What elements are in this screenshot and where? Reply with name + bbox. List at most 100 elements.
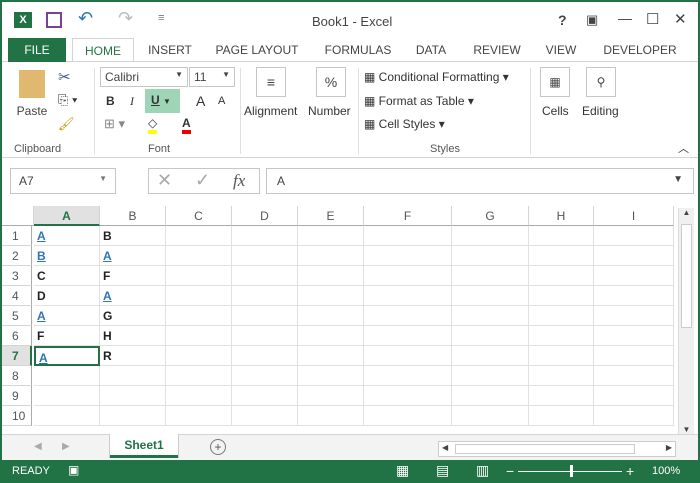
cell-C3[interactable]: [166, 266, 232, 286]
cell-I4[interactable]: [594, 286, 674, 306]
cell-I2[interactable]: [594, 246, 674, 266]
ribbon-display-button[interactable]: ▣: [586, 12, 598, 28]
cell-G1[interactable]: [452, 226, 529, 246]
cell-C1[interactable]: [166, 226, 232, 246]
horizontal-scrollbar[interactable]: ◀ ▶: [438, 441, 676, 457]
hscroll-thumb[interactable]: [455, 444, 635, 454]
redo-icon[interactable]: ↷: [118, 8, 133, 29]
cell-C6[interactable]: [166, 326, 232, 346]
row-header-6[interactable]: 6: [2, 326, 32, 346]
cell-I9[interactable]: [594, 386, 674, 406]
cell-B5[interactable]: G: [100, 306, 166, 326]
cell-I5[interactable]: [594, 306, 674, 326]
cell-B8[interactable]: [100, 366, 166, 386]
cell-I1[interactable]: [594, 226, 674, 246]
row-header-5[interactable]: 5: [2, 306, 32, 326]
column-header-D[interactable]: D: [232, 206, 298, 226]
cell-H8[interactable]: [529, 366, 594, 386]
alignment-button[interactable]: Alignment: [244, 104, 297, 118]
cell-H9[interactable]: [529, 386, 594, 406]
cell-F8[interactable]: [364, 366, 452, 386]
cell-B3[interactable]: F: [100, 266, 166, 286]
cell-B4[interactable]: A: [100, 286, 166, 306]
row-header-1[interactable]: 1: [2, 226, 32, 246]
zoom-slider[interactable]: [518, 465, 622, 477]
cell-styles-button[interactable]: ▦ Cell Styles ▾: [364, 117, 445, 131]
cell-D5[interactable]: [232, 306, 298, 326]
cell-D3[interactable]: [232, 266, 298, 286]
cell-E2[interactable]: [298, 246, 364, 266]
number-button[interactable]: Number: [308, 104, 351, 118]
tab-formulas[interactable]: FORMULAS: [316, 38, 400, 62]
cell-G6[interactable]: [452, 326, 529, 346]
spreadsheet-grid[interactable]: A B C D E F G H I 1 A B 2 B A 3 C F 4 D A 5 A G 6 F H 7 A R 8 9 10: [2, 206, 674, 434]
normal-view-icon[interactable]: ▦: [396, 462, 409, 479]
row-header-2[interactable]: 2: [2, 246, 32, 266]
copy-icon[interactable]: ⎘ ▾: [58, 92, 77, 108]
enter-icon[interactable]: ✓: [195, 170, 210, 191]
cell-E10[interactable]: [298, 406, 364, 426]
underline-button[interactable]: U ▼: [145, 89, 180, 113]
cell-F3[interactable]: [364, 266, 452, 286]
zoom-out-button[interactable]: −: [506, 463, 514, 479]
cell-G8[interactable]: [452, 366, 529, 386]
tab-file[interactable]: FILE: [8, 38, 66, 62]
font-size-dropdown[interactable]: 11 ▼: [189, 67, 235, 87]
format-painter-icon[interactable]: 🖌: [58, 116, 75, 132]
new-sheet-button[interactable]: +: [210, 439, 226, 455]
cell-I7[interactable]: [594, 346, 674, 366]
cell-F6[interactable]: [364, 326, 452, 346]
paste-button[interactable]: Paste: [14, 68, 50, 130]
column-header-C[interactable]: C: [166, 206, 232, 226]
cut-icon[interactable]: ✂: [58, 68, 71, 86]
cell-B9[interactable]: [100, 386, 166, 406]
tab-data[interactable]: DATA: [408, 38, 454, 62]
cell-F10[interactable]: [364, 406, 452, 426]
conditional-formatting-button[interactable]: ▦ Conditional Formatting ▾: [364, 70, 509, 84]
font-name-dropdown[interactable]: Calibri ▼: [100, 67, 188, 87]
row-header-7[interactable]: 7: [2, 346, 32, 366]
cell-D1[interactable]: [232, 226, 298, 246]
cell-D7[interactable]: [232, 346, 298, 366]
zoom-level[interactable]: 100%: [652, 465, 680, 477]
italic-button[interactable]: I: [130, 94, 134, 109]
prev-sheet-icon[interactable]: ◀: [34, 441, 42, 452]
tab-page-layout[interactable]: PAGE LAYOUT: [208, 38, 306, 62]
cell-G7[interactable]: [452, 346, 529, 366]
tab-view[interactable]: VIEW: [538, 38, 584, 62]
cell-E6[interactable]: [298, 326, 364, 346]
grow-font-button[interactable]: A: [196, 93, 205, 109]
cell-A4[interactable]: D: [34, 286, 100, 306]
column-header-B[interactable]: B: [100, 206, 166, 226]
column-header-A[interactable]: A: [34, 206, 100, 226]
row-header-10[interactable]: 10: [2, 406, 32, 426]
row-header-4[interactable]: 4: [2, 286, 32, 306]
page-layout-view-icon[interactable]: ▤: [436, 462, 449, 479]
cell-H3[interactable]: [529, 266, 594, 286]
borders-icon[interactable]: ⊞ ▾: [104, 116, 125, 132]
cell-C10[interactable]: [166, 406, 232, 426]
cell-E9[interactable]: [298, 386, 364, 406]
cell-A1[interactable]: A: [34, 226, 100, 246]
cell-E8[interactable]: [298, 366, 364, 386]
tab-review[interactable]: REVIEW: [466, 38, 528, 62]
cell-G4[interactable]: [452, 286, 529, 306]
cell-H7[interactable]: [529, 346, 594, 366]
close-button[interactable]: ✕: [674, 10, 687, 28]
fill-color-icon[interactable]: ◇: [148, 116, 158, 134]
customize-qat-icon[interactable]: ≡: [158, 12, 164, 24]
cell-A9[interactable]: [34, 386, 100, 406]
cell-H6[interactable]: [529, 326, 594, 346]
cell-B7[interactable]: R: [100, 346, 166, 366]
cell-F2[interactable]: [364, 246, 452, 266]
row-header-3[interactable]: 3: [2, 266, 32, 286]
cell-B1[interactable]: B: [100, 226, 166, 246]
format-as-table-button[interactable]: ▦ Format as Table ▾: [364, 94, 474, 108]
cell-I8[interactable]: [594, 366, 674, 386]
cell-C7[interactable]: [166, 346, 232, 366]
cell-E5[interactable]: [298, 306, 364, 326]
maximize-button[interactable]: ☐: [646, 10, 659, 28]
column-header-E[interactable]: E: [298, 206, 364, 226]
cell-E3[interactable]: [298, 266, 364, 286]
cell-A7[interactable]: A: [34, 346, 100, 366]
